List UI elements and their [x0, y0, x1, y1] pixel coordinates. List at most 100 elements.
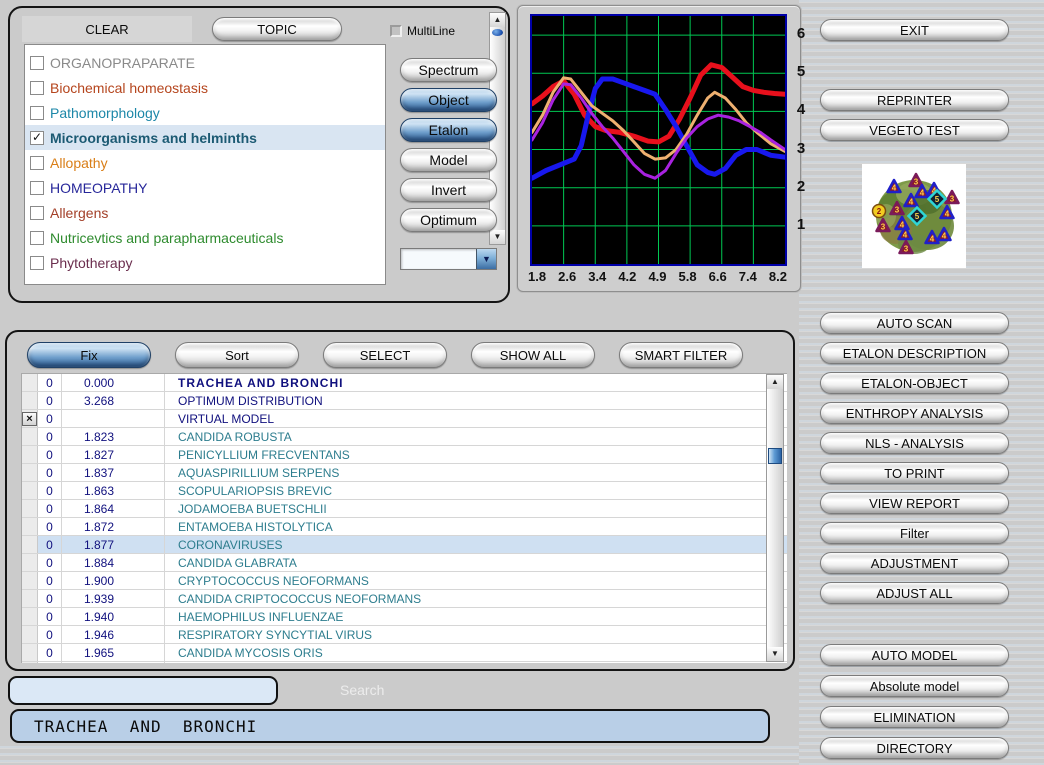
result-row-candida-criptococcus-neoformans[interactable]: 01.939CANDIDA CRIPTOCOCCUS NEOFORMANS	[22, 590, 787, 608]
fix-cell[interactable]	[22, 536, 38, 553]
fix-cell[interactable]	[22, 428, 38, 445]
fix-cell[interactable]	[22, 572, 38, 589]
mode-button-optimum[interactable]: Optimum	[400, 208, 497, 232]
result-row-trachea-and-bronchi[interactable]: 00.000TRACHEA AND BRONCHI	[22, 374, 787, 392]
results-button-select[interactable]: SELECT	[323, 342, 447, 368]
auto-model-button[interactable]: AUTO MODEL	[820, 644, 1009, 666]
scroll-down-icon[interactable]: ▼	[767, 647, 783, 661]
directory-button[interactable]: DIRECTORY	[820, 737, 1009, 759]
scroll-up-icon[interactable]: ▲	[490, 13, 505, 27]
name-cell[interactable]: OPTIMUM DISTRIBUTION	[165, 392, 787, 409]
etalon-dropdown[interactable]: ▼	[400, 248, 497, 270]
result-row-respiratory-syncytial-virus[interactable]: 01.946RESPIRATORY SYNCYTIAL VIRUS	[22, 626, 787, 644]
auto-scan-button[interactable]: AUTO SCAN	[820, 312, 1009, 334]
result-row-candida-glabrata[interactable]: 01.884CANDIDA GLABRATA	[22, 554, 787, 572]
result-row-candida-mycosis-oris[interactable]: 01.965CANDIDA MYCOSIS ORIS	[22, 644, 787, 662]
topic-item-biochemical-homeostasis[interactable]: Biochemical homeostasis	[25, 75, 385, 100]
topic-item-pathomorphology[interactable]: Pathomorphology	[25, 100, 385, 125]
clear-button[interactable]: CLEAR	[22, 16, 192, 42]
result-row-candida-robusta[interactable]: 01.823CANDIDA ROBUSTA	[22, 428, 787, 446]
results-button-fix[interactable]: Fix	[27, 342, 151, 368]
name-cell[interactable]: RESPIRATORY SYNCYTIAL VIRUS	[165, 626, 787, 643]
results-button-smart-filter[interactable]: SMART FILTER	[619, 342, 743, 368]
topic-checkbox[interactable]	[30, 206, 44, 220]
scroll-up-icon[interactable]: ▲	[767, 375, 783, 389]
results-button-show-all[interactable]: SHOW ALL	[471, 342, 595, 368]
scroll-down-icon[interactable]: ▼	[490, 230, 505, 244]
topic-checkbox[interactable]	[30, 56, 44, 70]
results-scrollbar[interactable]: ▲ ▼	[766, 374, 784, 662]
multiline-option[interactable]: MultiLine	[390, 24, 455, 38]
elimination-button[interactable]: ELIMINATION	[820, 706, 1009, 728]
topic-checkbox[interactable]	[30, 256, 44, 270]
topics-list[interactable]: ORGANOPRAPARATEBiochemical homeostasisPa…	[24, 44, 386, 285]
topic-item-nutricevtics-and-parapharmaceuticals[interactable]: Nutricevtics and parapharmaceuticals	[25, 225, 385, 250]
result-row-penicyllium-frecventans[interactable]: 01.827PENICYLLIUM FRECVENTANS	[22, 446, 787, 464]
topic-item-organopraparate[interactable]: ORGANOPRAPARATE	[25, 50, 385, 75]
name-cell[interactable]: CANDIDA GLABRATA	[165, 554, 787, 571]
mode-button-etalon[interactable]: Etalon	[400, 118, 497, 142]
topic-checkbox[interactable]	[30, 231, 44, 245]
topic-checkbox[interactable]	[30, 181, 44, 195]
etalon-object-button[interactable]: ETALON-OBJECT	[820, 372, 1009, 394]
result-row-entamoeba-histolytica[interactable]: 01.872ENTAMOEBA HISTOLYTICA	[22, 518, 787, 536]
result-row-jodamoeba-buetschlii[interactable]: 01.864JODAMOEBA BUETSCHLII	[22, 500, 787, 518]
fix-cell[interactable]	[22, 662, 38, 663]
topics-scrollbar-thumb[interactable]	[492, 29, 503, 36]
fix-cell[interactable]	[22, 374, 38, 391]
fix-cell[interactable]	[22, 554, 38, 571]
results-scrollbar-thumb[interactable]	[768, 448, 782, 464]
fix-cell[interactable]	[22, 500, 38, 517]
organ-thumbnail[interactable]: 34443543254344443	[862, 164, 966, 268]
mode-button-spectrum[interactable]: Spectrum	[400, 58, 497, 82]
topic-button[interactable]: TOPIC	[212, 17, 342, 41]
fix-cell[interactable]	[22, 644, 38, 661]
fix-cell[interactable]	[22, 590, 38, 607]
topic-item-homeopathy[interactable]: HOMEOPATHY	[25, 175, 385, 200]
enthropy-analysis-button[interactable]: ENTHROPY ANALYSIS	[820, 402, 1009, 424]
result-row-cryptococcus-neoformans[interactable]: 01.900CRYPTOCOCCUS NEOFORMANS	[22, 572, 787, 590]
result-row-haemophilus-influenzae[interactable]: 01.940HAEMOPHILUS INFLUENZAE	[22, 608, 787, 626]
mode-button-model[interactable]: Model	[400, 148, 497, 172]
results-table[interactable]: 00.000TRACHEA AND BRONCHI03.268OPTIMUM D…	[21, 373, 787, 663]
result-row-optimum-distribution[interactable]: 03.268OPTIMUM DISTRIBUTION	[22, 392, 787, 410]
result-row-scopulariopsis-brevic[interactable]: 01.863SCOPULARIOPSIS BREVIC	[22, 482, 787, 500]
topic-checkbox[interactable]: ✓	[30, 131, 44, 145]
fix-cell[interactable]: ×	[22, 410, 38, 427]
filter-button[interactable]: Filter	[820, 522, 1009, 544]
result-row-candida-saharomyces[interactable]: 01.971CANDIDA SAHAROMYCES	[22, 662, 787, 663]
topic-item-allergens[interactable]: Allergens	[25, 200, 385, 225]
topic-item-allopathy[interactable]: Allopathy	[25, 150, 385, 175]
topic-checkbox[interactable]	[30, 156, 44, 170]
view-report-button[interactable]: VIEW REPORT	[820, 492, 1009, 514]
mode-button-invert[interactable]: Invert	[400, 178, 497, 202]
name-cell[interactable]: PENICYLLIUM FRECVENTANS	[165, 446, 787, 463]
results-button-sort[interactable]: Sort	[175, 342, 299, 368]
fix-cell[interactable]	[22, 608, 38, 625]
name-cell[interactable]: CANDIDA CRIPTOCOCCUS NEOFORMANS	[165, 590, 787, 607]
nls-analysis-button[interactable]: NLS - ANALYSIS	[820, 432, 1009, 454]
adjust-all-button[interactable]: ADJUST ALL	[820, 582, 1009, 604]
absolute-model-button[interactable]: Absolute model	[820, 675, 1009, 697]
topic-item-phytotherapy[interactable]: Phytotherapy	[25, 250, 385, 275]
multiline-checkbox[interactable]	[390, 25, 402, 37]
name-cell[interactable]: CRYPTOCOCCUS NEOFORMANS	[165, 572, 787, 589]
name-cell[interactable]: CORONAVIRUSES	[165, 536, 787, 553]
fix-cell[interactable]	[22, 518, 38, 535]
vegeto-test-button[interactable]: VEGETO TEST	[820, 119, 1009, 141]
fix-cell[interactable]	[22, 464, 38, 481]
name-cell[interactable]: TRACHEA AND BRONCHI	[165, 374, 787, 391]
reprinter-button[interactable]: REPRINTER	[820, 89, 1009, 111]
name-cell[interactable]: CANDIDA SAHAROMYCES	[165, 662, 787, 663]
result-row-coronaviruses[interactable]: 01.877CORONAVIRUSES	[22, 536, 787, 554]
result-row-virtual-model[interactable]: ×0VIRTUAL MODEL	[22, 410, 787, 428]
topic-checkbox[interactable]	[30, 81, 44, 95]
name-cell[interactable]: CANDIDA ROBUSTA	[165, 428, 787, 445]
name-cell[interactable]: JODAMOEBA BUETSCHLII	[165, 500, 787, 517]
mode-button-object[interactable]: Object	[400, 88, 497, 112]
result-row-aquaspirillium-serpens[interactable]: 01.837AQUASPIRILLIUM SERPENS	[22, 464, 787, 482]
chevron-down-icon[interactable]: ▼	[476, 249, 496, 269]
fix-cell[interactable]	[22, 392, 38, 409]
fix-cell[interactable]	[22, 482, 38, 499]
name-cell[interactable]: SCOPULARIOPSIS BREVIC	[165, 482, 787, 499]
